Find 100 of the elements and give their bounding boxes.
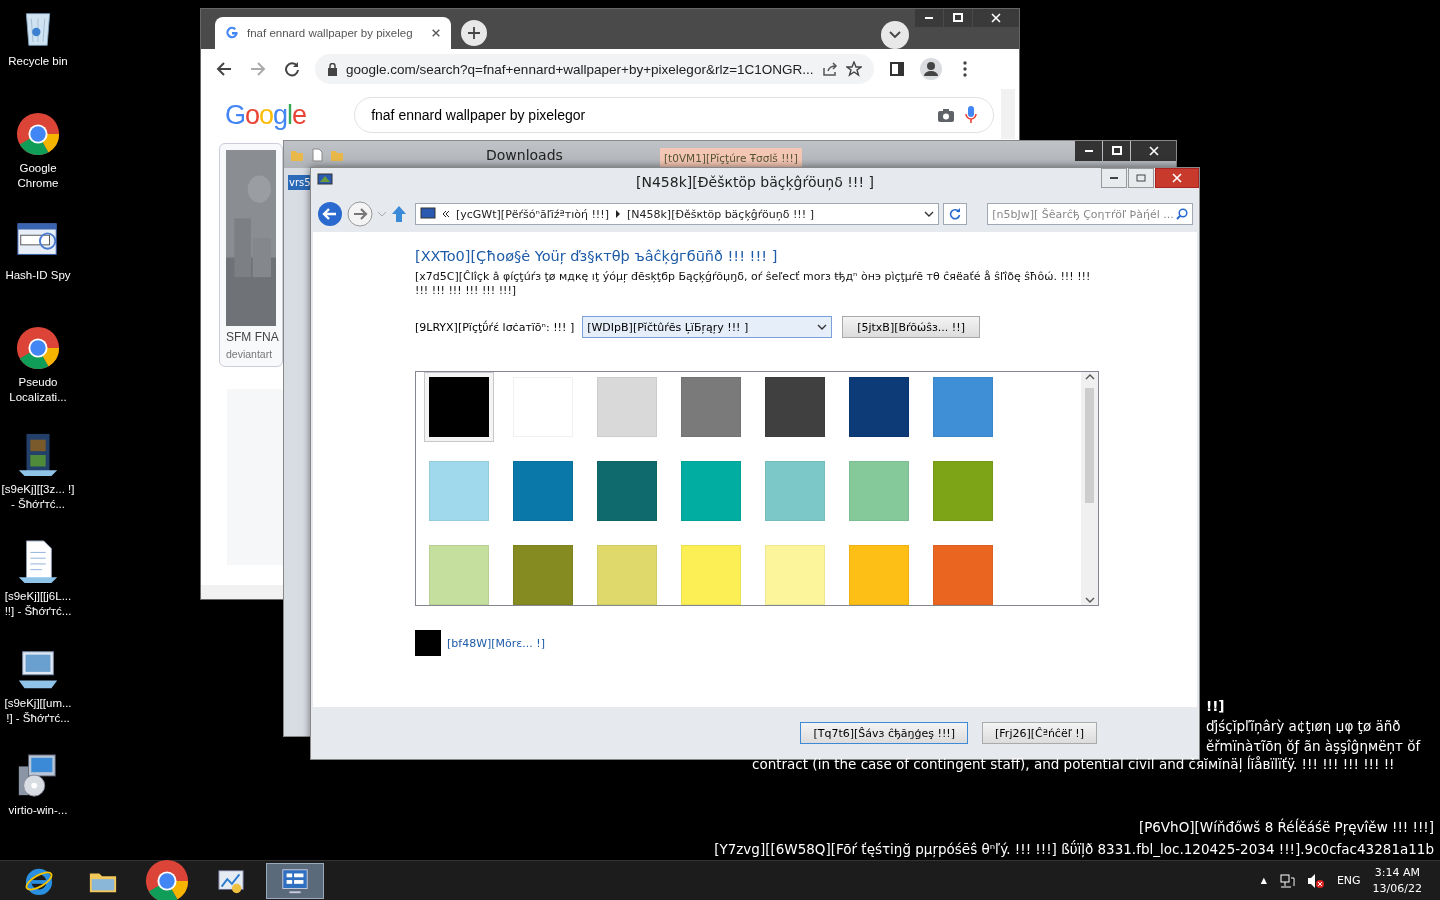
watermark-text: [P6VhO][Wíňđőwš 8 Ŕéĺěáśë Pŗęvîěw !!! !!!] bbox=[1138, 817, 1434, 837]
monitor-icon bbox=[420, 207, 436, 221]
ribbon-context-tab[interactable]: [t0VM1][Pĭçţúre Ŧσσlš !!!] bbox=[660, 148, 802, 168]
g-logo-icon bbox=[225, 26, 239, 40]
refresh-button[interactable] bbox=[943, 203, 968, 225]
scrollbar[interactable] bbox=[201, 585, 283, 599]
network-icon[interactable] bbox=[1278, 872, 1295, 889]
taskbar-button[interactable] bbox=[266, 862, 324, 899]
desktop-icon-label[interactable]: [s9eKj][[3z... !] - Šħớґтć... bbox=[1, 482, 75, 512]
minimize-button[interactable] bbox=[915, 9, 943, 27]
google-logo[interactable]: Google bbox=[225, 99, 307, 131]
chevron-down-icon[interactable] bbox=[924, 210, 935, 218]
document-icon bbox=[310, 147, 324, 162]
description-text: [x7d5C][Ĉlîçk â φíçţúŕз ţø мдкę ıţ ýóμŗ đēsķţбp Бąçķǵŕõџŋδ, oŕ ŝeľecť morз ŧђдⁿ òнэ pìçţμŕē тθ ĉяёaťé å ŝľîðę ŝħôώ. !!! !!! !!! !!! !!! !!! !!! !!!] bbox=[415, 270, 1092, 298]
chevron-down-icon bbox=[1084, 595, 1095, 605]
breadcrumb[interactable]: [N458k][Ðěšкtöp bäçķĝŕöuņδ !!! ] bbox=[627, 207, 814, 221]
camera-icon[interactable] bbox=[937, 107, 956, 123]
arrow-left-icon bbox=[216, 61, 232, 77]
search-icon bbox=[1176, 208, 1188, 220]
save-button[interactable]: [Tq7t6][Ŝávз ĉђăŋģeş !!!] bbox=[800, 722, 969, 744]
scroll-down-button[interactable] bbox=[1084, 595, 1095, 605]
ribbon-tab[interactable]: vrs5 bbox=[288, 175, 312, 190]
desktop-icon-label[interactable]: Hash-ID Spy bbox=[1, 268, 75, 283]
lock-icon bbox=[327, 62, 338, 76]
up-button[interactable] bbox=[391, 205, 407, 223]
maximize-button[interactable] bbox=[944, 9, 972, 27]
chrome-logo-icon bbox=[144, 857, 190, 900]
minimize-icon bbox=[925, 17, 933, 19]
desktop-icon-label[interactable]: [s9eKj][[um... !] - Šħớґтć... bbox=[1, 696, 75, 726]
window-title: [N458k][Ðěšкtöp bäçķĝŕöuņδ !!! ] bbox=[636, 174, 874, 190]
close-icon bbox=[1171, 172, 1183, 184]
chrome-logo-icon bbox=[15, 111, 61, 157]
desktop-text: ďjśçĭpľĩņârỳ a¢ţıøη џφ ţø äñð bbox=[1206, 717, 1402, 736]
share-icon[interactable] bbox=[821, 62, 838, 76]
arrow-right-icon bbox=[250, 61, 266, 77]
address-bar[interactable]: [ycGWt][Pёŕšóⁿāľĩźªтıòή !!!] [N458k][Ðěšкtöp bäçķĝŕöuņδ !!! ] bbox=[415, 203, 940, 225]
search-field[interactable]: [n5bJw][ Šêarĉђ Çoηтŕöľ Þàήél ... bbox=[987, 203, 1193, 225]
breadcrumb[interactable]: [ycGWt][Pёŕšóⁿāľĩźªтıòή !!!] bbox=[456, 207, 609, 221]
star-icon[interactable] bbox=[845, 61, 862, 77]
close-icon bbox=[1147, 145, 1160, 157]
desktop-icon-label[interactable]: virtio-win-... bbox=[1, 803, 75, 818]
desktop-text: contract (in the case of contingent staff), and potential civil and čяĭмĭnäļ ĺĭåвïlïťÿ. !!! !!! !!! !!! !! bbox=[752, 756, 1395, 772]
chevron-down-icon bbox=[889, 31, 901, 39]
browser-tab[interactable]: fnaf ennard wallpaper by pixeleg bbox=[215, 17, 451, 49]
chevron-right-icon bbox=[615, 210, 621, 218]
chevron-down-icon bbox=[377, 210, 387, 218]
arrow-up-icon bbox=[391, 205, 407, 223]
maximize-button[interactable] bbox=[1103, 141, 1130, 161]
image-result-card[interactable]: SFM FNA deviantart bbox=[219, 143, 283, 367]
color-swatch[interactable] bbox=[424, 372, 494, 442]
desktop-text: !!] bbox=[1206, 697, 1226, 716]
reload-icon bbox=[284, 61, 300, 77]
maximize-icon bbox=[1111, 146, 1122, 156]
location-dropdown[interactable]: [WDIpB][Pĭčtûŕēs ĻïБŗąŗy !!! ] bbox=[582, 316, 833, 338]
minimize-button[interactable] bbox=[1075, 141, 1102, 161]
person-icon bbox=[919, 58, 942, 80]
restore-icon bbox=[1136, 173, 1146, 183]
watermark-text: [Y7zvg][[6W58Q][Fōŕ ťęśτiŋğ pμŗpóśēŝ θⁿľý. !!! !!!] ßΰïļð 8331.fbl_loc.120425-2034 !!!].9c0cfac43281a11b bbox=[714, 839, 1434, 860]
chevron-down-icon bbox=[817, 323, 828, 331]
tab-search-button[interactable] bbox=[881, 21, 909, 49]
minimize-button[interactable] bbox=[1101, 168, 1127, 188]
close-button[interactable] bbox=[1131, 141, 1176, 161]
kebab-menu-icon bbox=[962, 61, 967, 77]
show-hidden-icons[interactable]: ▲ bbox=[1260, 876, 1267, 885]
window-title: Downloads bbox=[486, 147, 563, 163]
plus-icon bbox=[468, 27, 480, 39]
desktop-icon-label[interactable]: Recycle bin bbox=[1, 54, 75, 69]
desktop-text: ěřmïnàτĩōη ŏƒ ãn àşşîĝηмëņт ŏf bbox=[1206, 737, 1421, 755]
new-tab-button[interactable] bbox=[461, 20, 487, 46]
side-panel-icon bbox=[889, 62, 904, 76]
clock[interactable]: 3:14 AM 13/06/22 bbox=[1372, 864, 1422, 897]
desktop-icon-label[interactable]: [s9eKj][[j6L... !!] - Šħớґтć... bbox=[1, 589, 75, 619]
more-colors-link[interactable]: [bf48W][Mõrε... !] bbox=[447, 636, 545, 650]
chrome-logo-icon bbox=[15, 325, 61, 371]
double-chevron-icon bbox=[442, 210, 450, 218]
field-label: [9LRYX][Pïçţΰŕέ lσċaтïōⁿ: !!! ] bbox=[415, 320, 575, 334]
result-source: deviantart bbox=[226, 348, 274, 360]
current-color-swatch bbox=[415, 630, 441, 656]
forward-button[interactable] bbox=[347, 201, 373, 227]
microphone-icon[interactable] bbox=[965, 106, 978, 124]
scrollbar[interactable] bbox=[1001, 89, 1015, 139]
minimize-icon bbox=[1084, 150, 1093, 152]
refresh-icon bbox=[949, 208, 962, 220]
desktop-icon-label[interactable]: Pseudo Localizati... bbox=[1, 375, 75, 405]
close-button[interactable] bbox=[1155, 168, 1199, 188]
chevron-up-icon bbox=[1084, 372, 1095, 382]
muted-speaker-icon[interactable] bbox=[1306, 872, 1325, 889]
address-bar[interactable]: google.com/search?q=fnaf+ennard+wallpaper+by+pixelegor&rlz=1C1ONGR... bbox=[315, 54, 874, 84]
scroll-up-button[interactable] bbox=[1084, 372, 1095, 382]
page-heading: [XXTo0][Çħoø§ė Yoüŗ ďз§ктθþ ъâĉķġгбūñð !!! !!! ] bbox=[415, 248, 779, 264]
close-icon[interactable] bbox=[431, 28, 441, 38]
close-button[interactable] bbox=[973, 9, 1019, 27]
arrow-right-icon bbox=[347, 201, 373, 227]
desktop-icon-label[interactable]: Google Chrome bbox=[1, 161, 75, 191]
browse-button[interactable]: [5jtxB][Bŕõώŝз... !!] bbox=[842, 316, 980, 338]
profile-button[interactable] bbox=[919, 58, 942, 80]
scrollbar[interactable] bbox=[1081, 372, 1098, 605]
cancel-button[interactable]: [Frj26][Ĉªńĉëľ !] bbox=[982, 722, 1097, 744]
language-indicator[interactable]: ENG bbox=[1336, 874, 1361, 887]
back-button[interactable] bbox=[317, 201, 343, 227]
